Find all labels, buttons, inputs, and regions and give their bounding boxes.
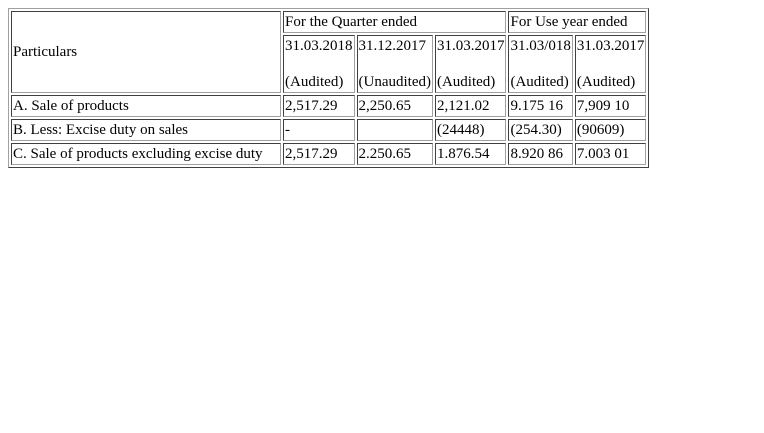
particulars-header: Particulars <box>11 11 281 93</box>
table-cell: 2,517.29 <box>283 95 355 117</box>
row-label: C. Sale of products excluding excise dut… <box>11 143 281 165</box>
column-header: 31.12.2017 (Unaudited) <box>356 35 433 93</box>
table-row: B. Less: Excise duty on sales - (24448) … <box>11 119 647 141</box>
column-status: (Unaudited) <box>358 74 431 90</box>
row-label: B. Less: Excise duty on sales <box>11 119 281 141</box>
column-status: (Audited) <box>285 74 344 90</box>
table-cell: 9.175 16 <box>508 95 573 117</box>
column-header: 31.03.2018 (Audited) <box>283 35 355 93</box>
column-status: (Audited) <box>436 74 496 90</box>
table-row: A. Sale of products 2,517.29 2,250.65 2,… <box>11 95 647 117</box>
financial-results-table: Particulars For the Quarter ended For Us… <box>8 8 650 168</box>
table-cell: 2,121.02 <box>434 95 507 117</box>
table-cell: 8.920 86 <box>508 143 573 165</box>
column-date: 31.03.2017 <box>576 38 645 54</box>
table-cell: 7.003 01 <box>574 143 647 165</box>
table-cell: 2.250.65 <box>356 143 433 165</box>
table-cell: (254.30) <box>508 119 573 141</box>
table-cell <box>356 119 433 141</box>
column-status: (Audited) <box>576 74 636 90</box>
table-cell: 2,250.65 <box>356 95 433 117</box>
column-header: 31.03.2017 (Audited) <box>574 35 647 93</box>
column-date: 31.12.2017 <box>358 38 427 54</box>
column-date: 31.03.2017 <box>436 38 505 54</box>
table-cell: 7,909 10 <box>574 95 647 117</box>
column-date: 31.03/018 <box>510 38 571 54</box>
year-group-header: For Use year ended <box>508 11 647 33</box>
column-date: 31.03.2018 <box>285 38 353 54</box>
table-cell: (90609) <box>574 119 647 141</box>
table-cell: (24448) <box>434 119 507 141</box>
table-cell: 1.876.54 <box>434 143 507 165</box>
table-cell: - <box>283 119 355 141</box>
quarter-group-header: For the Quarter ended <box>283 11 507 33</box>
table-row: C. Sale of products excluding excise dut… <box>11 143 647 165</box>
column-header: 31.03/018 (Audited) <box>508 35 573 93</box>
column-header: 31.03.2017 (Audited) <box>434 35 507 93</box>
column-status: (Audited) <box>510 74 569 90</box>
row-label: A. Sale of products <box>11 95 281 117</box>
table-cell: 2,517.29 <box>283 143 355 165</box>
header-row-group: Particulars For the Quarter ended For Us… <box>11 11 647 93</box>
